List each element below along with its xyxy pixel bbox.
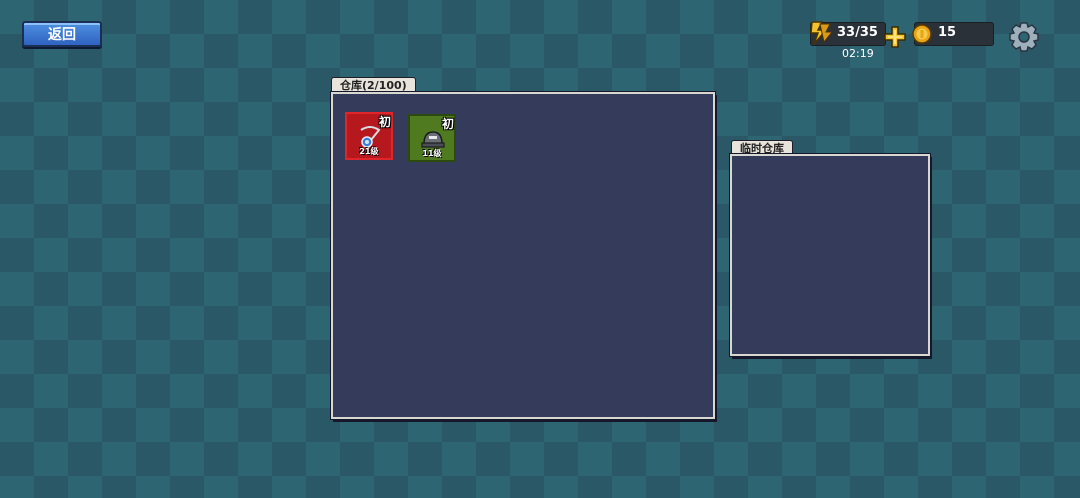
coin-value: 15 xyxy=(938,25,957,40)
inventory-slot-helmet[interactable]: 初 11级 xyxy=(408,114,456,162)
energy-counter: 33/35 xyxy=(810,21,886,46)
coin-counter: 15 xyxy=(912,22,994,46)
energy-timer: 02:19 xyxy=(842,47,874,60)
energy-value: 33/35 xyxy=(837,25,878,40)
item-grade: 初 xyxy=(441,117,454,131)
item-level: 21级 xyxy=(359,147,379,156)
energy-icon xyxy=(810,21,834,45)
gear-icon[interactable] xyxy=(1008,21,1040,53)
inventory-slot-amulet[interactable]: 初 21级 xyxy=(345,112,393,160)
item-level: 11级 xyxy=(422,149,442,158)
warehouse-panel: 初 21级 初 11级 xyxy=(331,92,715,419)
temp-warehouse-panel xyxy=(730,154,930,356)
item-grade: 初 xyxy=(378,115,391,129)
back-button[interactable]: 返回 xyxy=(22,21,102,47)
coin-icon xyxy=(912,24,932,44)
add-energy-button[interactable] xyxy=(884,26,906,48)
